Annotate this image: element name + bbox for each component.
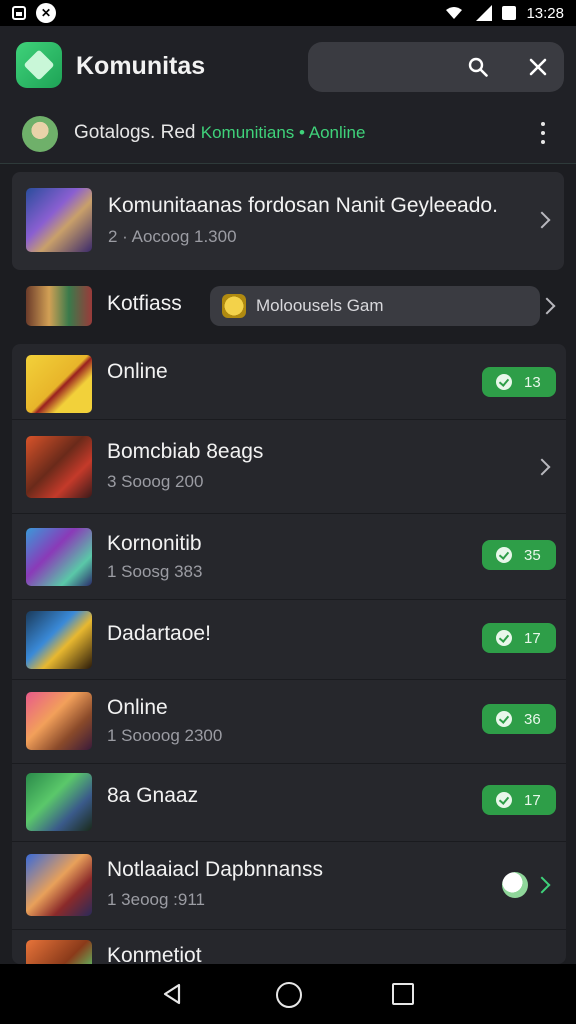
count-badge[interactable]: 36 (482, 704, 556, 734)
list-item[interactable]: Notlaaiacl Dapbnnanss 1 3eoog :911 (12, 842, 566, 930)
badge-count: 13 (524, 373, 541, 391)
status-time: 13:28 (526, 4, 564, 22)
badge-count: 35 (524, 546, 541, 564)
item-title: Online (107, 696, 168, 719)
game-thumbnail (26, 611, 92, 669)
chevron-right-icon (533, 458, 551, 476)
filter-row: Kotfiass Moloousels Gam (0, 280, 576, 336)
more-vert-icon[interactable] (540, 122, 546, 148)
filter-chip[interactable]: Moloousels Gam (210, 286, 540, 326)
check-icon (496, 374, 512, 390)
community-list: Online 13 Bomcbiab 8eags 3 Sooog 200 Kor… (12, 344, 566, 964)
game-thumbnail (26, 436, 92, 498)
signal-icon (476, 5, 493, 21)
community-subheader: Gotalogs. Red Komunitians • Aonline (0, 106, 576, 164)
game-thumbnail (26, 854, 92, 916)
featured-game-thumbnail (26, 188, 92, 252)
game-thumbnail (26, 355, 92, 413)
item-subtitle: 1 Soosg 383 (107, 562, 203, 581)
close-icon[interactable] (528, 57, 548, 77)
check-icon (496, 711, 512, 727)
featured-community-card[interactable]: Komunitaanas fordosan Nanit Geyleeado. 2… (12, 172, 564, 270)
game-thumbnail (26, 940, 92, 964)
coin-icon (222, 294, 246, 318)
search-icon[interactable] (468, 57, 488, 77)
search-input[interactable] (308, 42, 564, 92)
filter-chip-label: Moloousels Gam (256, 296, 384, 315)
list-item[interactable]: Bomcbiab 8eags 3 Sooog 200 (12, 420, 566, 514)
item-title: Dadartaoe! (107, 622, 211, 645)
list-item[interactable]: 8a Gnaaz 17 (12, 764, 566, 842)
app-notification-icon: ✕ (36, 3, 56, 23)
wifi-icon (446, 7, 463, 19)
check-icon (496, 630, 512, 646)
subheader-text: Gotalogs. Red Komunitians • Aonline (74, 122, 365, 144)
status-bar: ✕ 13:28 (0, 0, 576, 26)
filter-label: Kotfiass (107, 292, 182, 315)
battery-icon (502, 6, 517, 20)
list-item[interactable]: Dadartaoe! 17 (12, 600, 566, 680)
count-badge[interactable]: 35 (482, 540, 556, 570)
count-badge[interactable]: 17 (482, 785, 556, 815)
subheader-label: Gotalogs. Red (74, 122, 196, 143)
home-icon[interactable] (276, 982, 302, 1008)
item-title: Notlaaiacl Dapbnnanss (107, 858, 323, 881)
game-thumbnail (26, 773, 92, 831)
badge-count: 17 (524, 629, 541, 647)
list-item[interactable]: Kornonitib 1 Soosg 383 35 (12, 514, 566, 600)
page-title: Komunitas (76, 52, 206, 80)
app-logo (16, 42, 62, 88)
chevron-right-icon (533, 211, 551, 229)
badge-count: 17 (524, 791, 541, 809)
filter-thumbnail (26, 286, 92, 326)
item-title: Kornonitib (107, 532, 202, 555)
chevron-right-icon[interactable] (538, 297, 556, 315)
item-title: Online (107, 360, 168, 383)
system-nav-bar (0, 964, 576, 1024)
list-item[interactable]: Online 1 Soooog 2300 36 (12, 680, 566, 764)
list-item[interactable]: Konmetiot (12, 930, 566, 964)
back-icon[interactable] (160, 982, 184, 1006)
count-badge[interactable]: 17 (482, 623, 556, 653)
game-thumbnail (26, 528, 92, 586)
badge-count: 36 (524, 710, 541, 728)
recent-apps-icon[interactable] (392, 983, 414, 1005)
item-subtitle: 1 3eoog :911 (107, 890, 205, 909)
item-title: Konmetiot (107, 944, 202, 964)
check-icon (496, 547, 512, 563)
item-subtitle: 1 Soooog 2300 (107, 726, 223, 745)
count-badge[interactable]: 13 (482, 367, 556, 397)
app-bar: Komunitas (0, 26, 576, 106)
check-icon (496, 792, 512, 808)
featured-title: Komunitaanas fordosan Nanit Geyleeado. (108, 194, 498, 217)
status-dot[interactable] (502, 872, 528, 898)
photo-notification-icon (12, 6, 26, 20)
list-item[interactable]: Online 13 (12, 344, 566, 420)
game-thumbnail (26, 692, 92, 750)
avatar[interactable] (22, 116, 58, 152)
item-subtitle: 3 Sooog 200 (107, 472, 204, 491)
item-title: 8a Gnaaz (107, 784, 199, 807)
item-title: Bomcbiab 8eags (107, 440, 264, 463)
chevron-right-icon[interactable] (533, 876, 551, 894)
subheader-highlight: Komunitians • Aonline (200, 123, 366, 142)
featured-subtitle: 2 · Aocoog 1.300 (108, 227, 237, 246)
